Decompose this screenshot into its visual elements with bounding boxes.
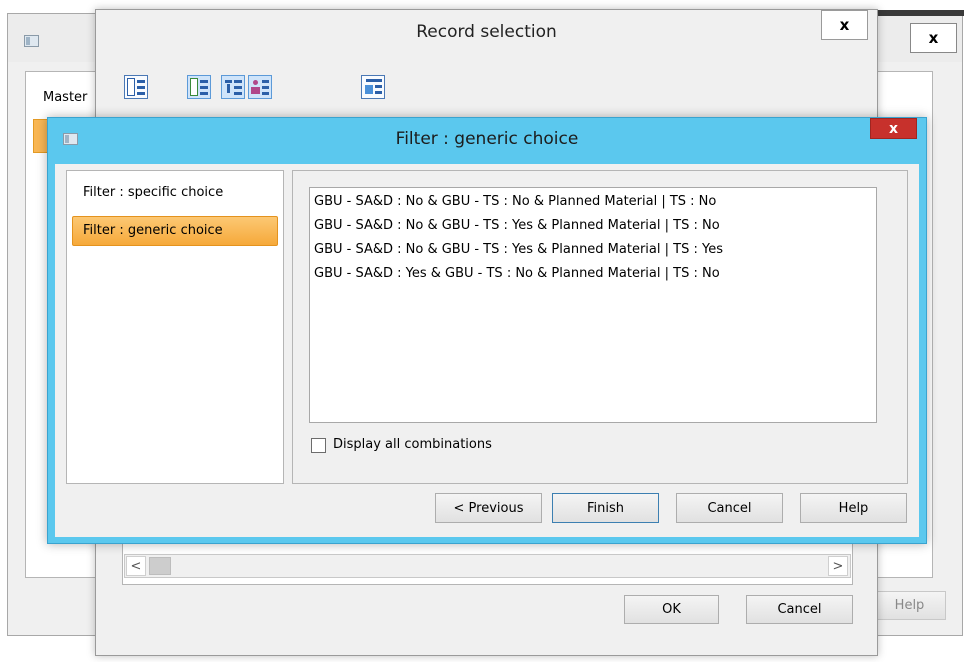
help-button[interactable]: Help — [800, 493, 907, 523]
record-close-button[interactable]: x — [821, 10, 868, 40]
previous-button[interactable]: < Previous — [435, 493, 542, 523]
horizontal-scrollbar[interactable]: < > — [124, 554, 851, 578]
nav-item-label: Filter : generic choice — [83, 223, 223, 238]
record-window-title: Record selection — [416, 22, 557, 42]
filter-dialog-title: Filter : generic choice — [395, 129, 579, 149]
master-help-button[interactable]: Help — [873, 591, 946, 620]
filter-close-button[interactable]: x — [870, 118, 917, 139]
user-list-icon[interactable] — [248, 75, 272, 99]
master-tab-label: Master — [43, 90, 88, 105]
checklist-icon[interactable] — [187, 75, 211, 99]
group-tree-icon[interactable] — [361, 75, 385, 99]
window-icon — [24, 35, 39, 47]
display-all-label[interactable]: Display all combinations — [333, 437, 492, 452]
scroll-right-button[interactable]: > — [828, 556, 848, 576]
filter-list-icon[interactable] — [221, 75, 245, 99]
list-item[interactable]: GBU - SA&D : Yes & GBU - TS : No & Plann… — [314, 262, 723, 286]
master-window-shadow — [878, 10, 964, 16]
list-item[interactable]: GBU - SA&D : No & GBU - TS : Yes & Plann… — [314, 214, 723, 238]
finish-button[interactable]: Finish — [552, 493, 659, 523]
list-item[interactable]: GBU - SA&D : No & GBU - TS : Yes & Plann… — [314, 238, 723, 262]
list-item[interactable]: GBU - SA&D : No & GBU - TS : No & Planne… — [314, 190, 723, 214]
combinations-list[interactable]: GBU - SA&D : No & GBU - TS : No & Planne… — [309, 187, 877, 423]
nav-item-label: Filter : specific choice — [83, 185, 224, 200]
record-cancel-button[interactable]: Cancel — [746, 595, 853, 624]
filter-content-group: GBU - SA&D : No & GBU - TS : No & Planne… — [292, 170, 908, 484]
display-all-checkbox[interactable] — [311, 438, 326, 453]
nav-item-generic-choice[interactable]: Filter : generic choice — [72, 216, 278, 246]
combinations-list-items: GBU - SA&D : No & GBU - TS : No & Planne… — [314, 190, 723, 286]
scroll-left-button[interactable]: < — [126, 556, 146, 576]
master-close-button[interactable]: x — [910, 23, 957, 53]
filter-nav-panel: Filter : specific choice Filter : generi… — [66, 170, 284, 484]
filter-cancel-button[interactable]: Cancel — [676, 493, 783, 523]
list-view-icon[interactable] — [124, 75, 148, 99]
ok-button[interactable]: OK — [624, 595, 719, 624]
filter-dialog: Filter : generic choice x Filter : speci… — [47, 117, 927, 544]
nav-item-specific-choice[interactable]: Filter : specific choice — [76, 181, 278, 207]
scroll-thumb[interactable] — [149, 557, 171, 575]
